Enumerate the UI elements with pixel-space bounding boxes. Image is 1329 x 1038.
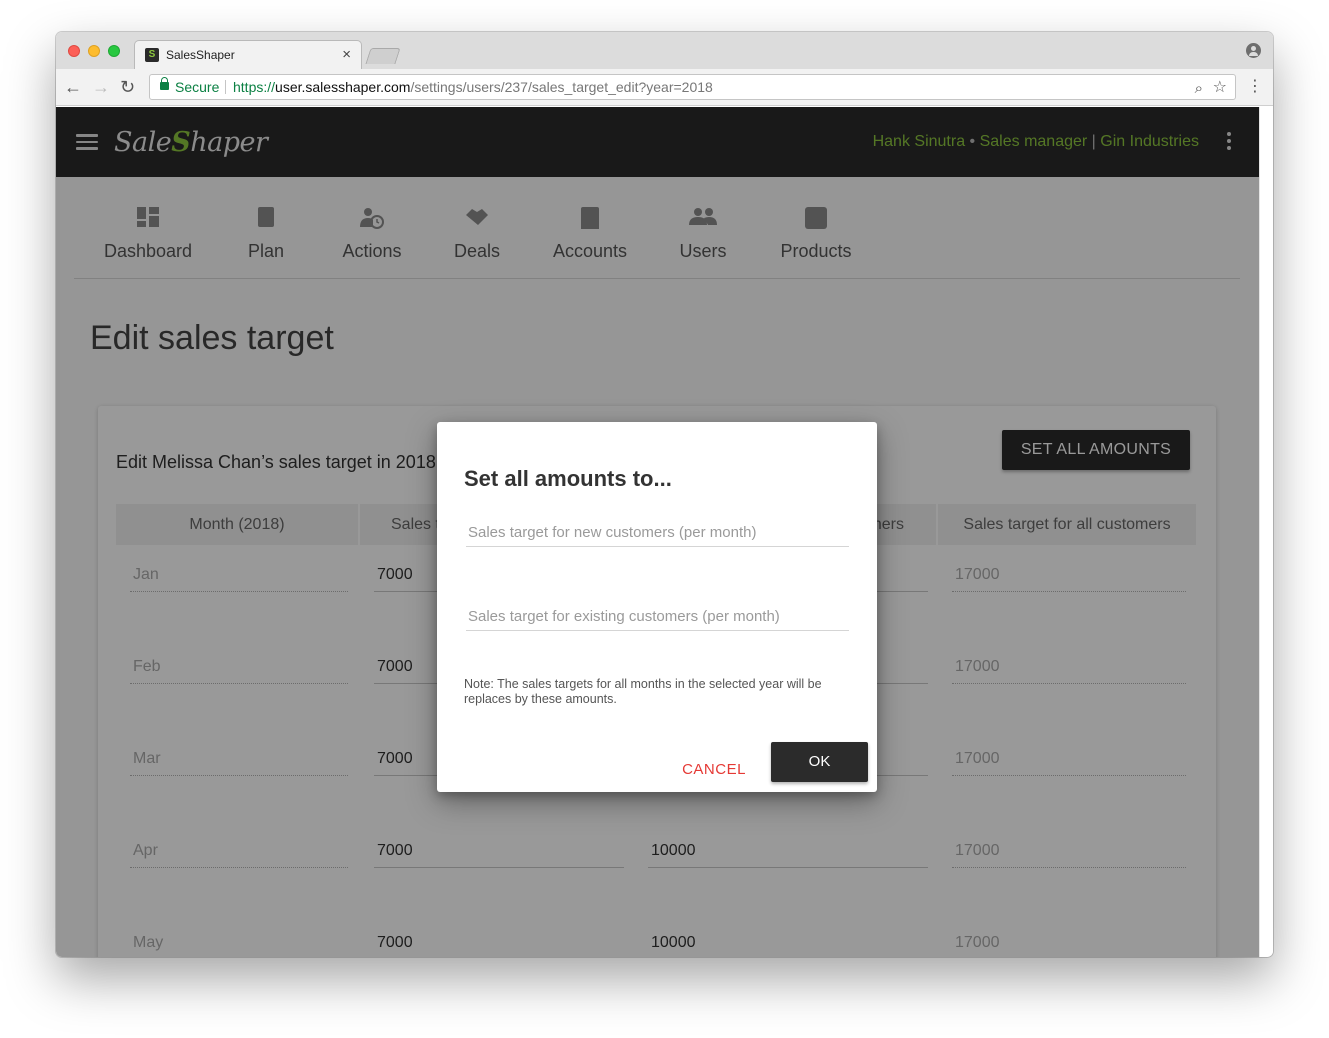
page-scrollbar[interactable] (1259, 107, 1273, 957)
set-all-amounts-dialog: Set all amounts to... Note: The sales ta… (437, 422, 877, 792)
browser-menu-icon[interactable]: ⋮ (1247, 77, 1263, 97)
address-bar[interactable]: Secure https://user.salesshaper.com/sett… (149, 74, 1236, 100)
dialog-title: Set all amounts to... (464, 466, 672, 491)
page: SaleShaper Hank Sinutra • Sales manager … (56, 107, 1259, 957)
ok-button[interactable]: OK (771, 742, 868, 782)
bookmark-star-icon[interactable]: ☆ (1213, 76, 1227, 100)
forward-arrow-icon[interactable]: → (92, 76, 110, 98)
zoom-icon[interactable]: ⌕ (1195, 77, 1203, 101)
lock-icon (160, 77, 169, 90)
browser-toolbar: ← → ↻ Secure https://user.salesshaper.co… (56, 69, 1273, 106)
minimize-window-button[interactable] (88, 45, 100, 57)
zoom-window-button[interactable] (108, 45, 120, 57)
url-scheme: https:// (233, 79, 276, 95)
tab-title: SalesShaper (166, 48, 235, 62)
dialog-note: Note: The sales targets for all months i… (464, 677, 822, 706)
salesshaper-favicon-icon: S (145, 48, 159, 62)
url-text: https://user.salesshaper.com/settings/us… (233, 75, 713, 99)
back-arrow-icon[interactable]: ← (64, 76, 82, 98)
tab-close-icon[interactable]: × (342, 46, 351, 63)
close-window-button[interactable] (68, 45, 80, 57)
browser-tab[interactable]: S SalesShaper × (134, 40, 362, 70)
cancel-button[interactable]: CANCEL (673, 750, 755, 790)
url-path: /settings/users/237/sales_target_edit?ye… (410, 79, 713, 95)
new-customers-target-input[interactable] (466, 519, 849, 547)
browser-window: S SalesShaper × ← → ↻ Secure https://use… (56, 32, 1273, 957)
profile-icon[interactable] (1246, 43, 1261, 58)
address-divider (225, 80, 226, 94)
reload-icon[interactable]: ↻ (120, 76, 135, 98)
secure-label: Secure (175, 79, 220, 95)
new-tab-button[interactable] (365, 48, 401, 64)
tab-strip: S SalesShaper × (56, 32, 1273, 70)
url-host: user.salesshaper.com (275, 79, 411, 95)
existing-customers-target-input[interactable] (466, 603, 849, 631)
